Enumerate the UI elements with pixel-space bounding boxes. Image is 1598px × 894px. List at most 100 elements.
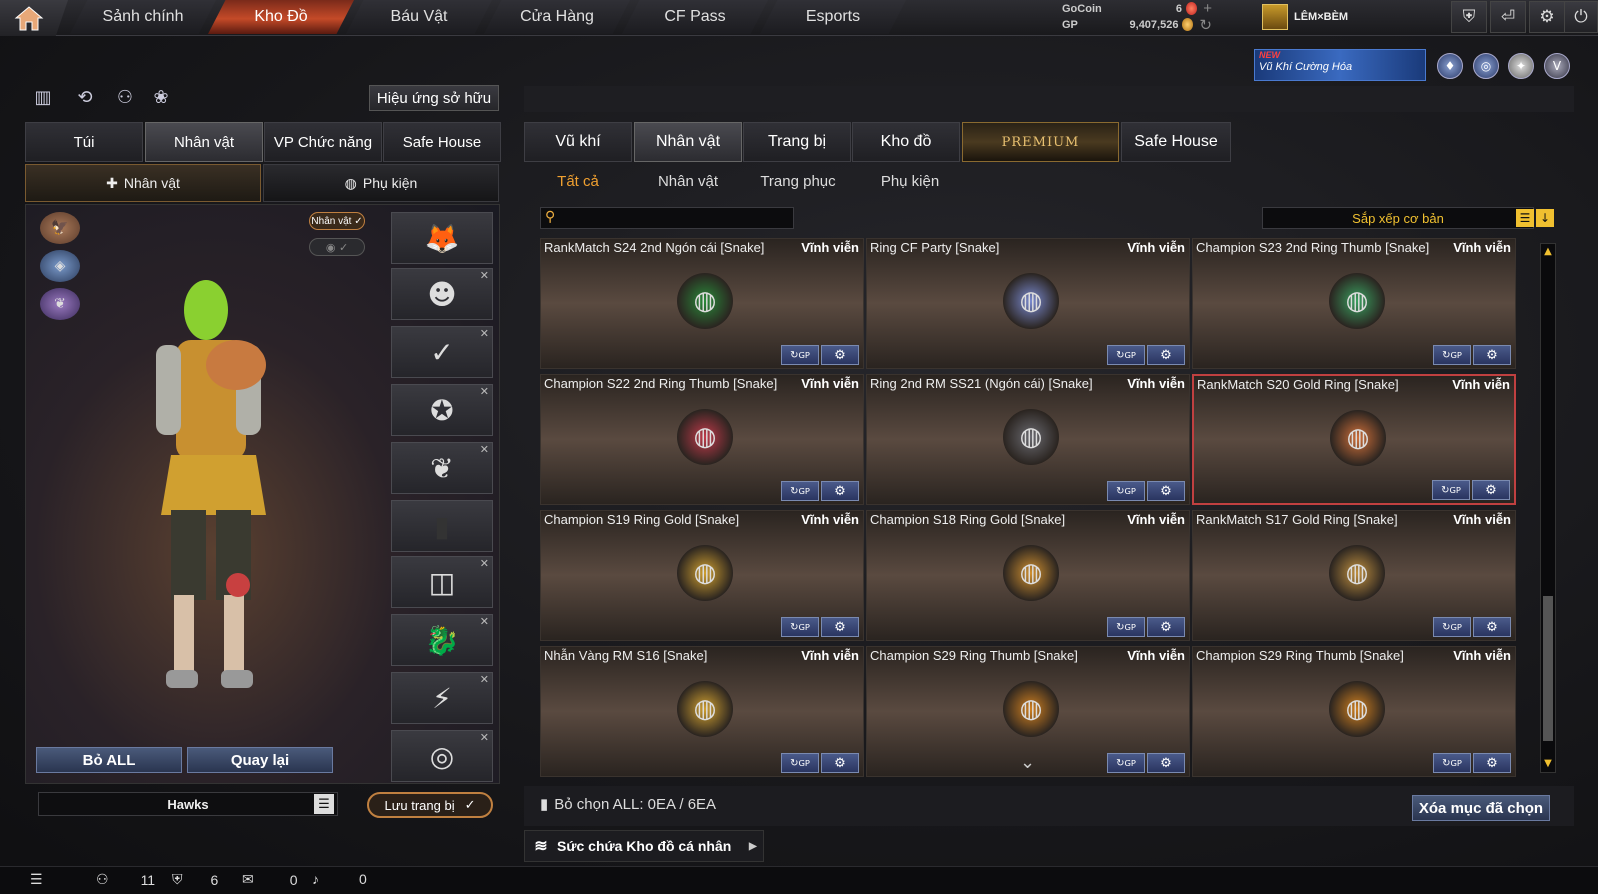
- ranking-icon[interactable]: ▥: [30, 84, 56, 110]
- equip-slot-bracelet[interactable]: ◫ ✕: [391, 556, 493, 608]
- shield-icon[interactable]: ⛨: [1451, 1, 1487, 33]
- rank-badge-icon[interactable]: ♦: [1437, 53, 1463, 79]
- item-card[interactable]: Champion S22 2nd Ring Thumb [Snake] Vĩnh …: [540, 374, 864, 505]
- sort-direction-icon[interactable]: ↓: [1536, 209, 1554, 227]
- search-input[interactable]: ⚲: [540, 207, 794, 229]
- equip-slot-spray[interactable]: ◎ ✕: [391, 730, 493, 782]
- right-tab-equipment[interactable]: Trang bị: [743, 122, 851, 162]
- more-chevron-down-icon[interactable]: ⌄: [1020, 752, 1035, 773]
- nav-tab-lobby[interactable]: Sảnh chính: [70, 0, 216, 34]
- nav-tab-shop[interactable]: Cửa Hàng: [484, 0, 630, 34]
- item-settings-icon[interactable]: ⚙: [821, 753, 859, 773]
- clan-info[interactable]: LÊM×BÈM: [1262, 2, 1348, 32]
- convert-gp-button[interactable]: ↻ GP: [1432, 480, 1470, 500]
- globe-badge-icon[interactable]: ◎: [1473, 53, 1499, 79]
- preset-menu-icon[interactable]: ☰: [314, 794, 334, 814]
- filter-character[interactable]: Nhân vật: [640, 168, 736, 194]
- scroll-thumb[interactable]: [1543, 596, 1553, 741]
- slot-toggle-bird-icon[interactable]: ❦: [40, 288, 80, 320]
- remove-icon[interactable]: ✕: [480, 615, 489, 628]
- item-settings-icon[interactable]: ⚙: [1473, 753, 1511, 773]
- item-settings-icon[interactable]: ⚙: [1147, 345, 1185, 365]
- preset-name[interactable]: Hawks: [38, 792, 338, 816]
- v-badge-icon[interactable]: V: [1544, 53, 1570, 79]
- equip-slot-wings[interactable]: ❦ ✕: [391, 442, 493, 494]
- item-card[interactable]: Champion S29 Ring Thumb [Snake] Vĩnh viễn…: [1192, 646, 1516, 777]
- slot-toggle-mask-icon[interactable]: ◈: [40, 250, 80, 282]
- scroll-up-icon[interactable]: ▲: [1542, 246, 1554, 258]
- convert-gp-button[interactable]: ↻ GP: [1433, 753, 1471, 773]
- equip-slot-necklace[interactable]: ✪ ✕: [391, 384, 493, 436]
- item-card[interactable]: RankMatch S24 2nd Ngón cái [Snake] Vĩnh v…: [540, 238, 864, 369]
- equip-slot-ring[interactable]: 🐉 ✕: [391, 614, 493, 666]
- item-scrollbar[interactable]: ▲ ▼: [1540, 243, 1556, 773]
- convert-gp-button[interactable]: ↻ GP: [781, 481, 819, 501]
- convert-gp-button[interactable]: ↻ GP: [781, 753, 819, 773]
- item-settings-icon[interactable]: ⚙: [821, 345, 859, 365]
- item-settings-icon[interactable]: ⚙: [1473, 617, 1511, 637]
- item-settings-icon[interactable]: ⚙: [821, 481, 859, 501]
- right-tab-safe-house[interactable]: Safe House: [1121, 122, 1231, 162]
- save-equipment-button[interactable]: Lưu trang bị ✓: [367, 792, 493, 818]
- sound-count[interactable]: ♪ 0: [312, 871, 367, 887]
- convert-gp-button[interactable]: ↻ GP: [1107, 617, 1145, 637]
- scroll-down-icon[interactable]: ▼: [1542, 758, 1554, 770]
- sort-list-icon[interactable]: ☰: [1516, 209, 1534, 227]
- convert-gp-button[interactable]: ↻ GP: [1107, 481, 1145, 501]
- wings-badge-icon[interactable]: ✦: [1508, 53, 1534, 79]
- remove-icon[interactable]: ✕: [480, 327, 489, 340]
- filter-accessory[interactable]: Phụ kiện: [864, 168, 956, 194]
- delete-selected-button[interactable]: Xóa mục đã chọn: [1412, 795, 1550, 821]
- remove-all-button[interactable]: Bỏ ALL: [36, 747, 182, 773]
- owned-effects-button[interactable]: Hiệu ứng sở hữu: [369, 85, 499, 111]
- item-settings-icon[interactable]: ⚙: [1147, 617, 1185, 637]
- equip-slot-mask[interactable]: ☻ ✕: [391, 268, 493, 320]
- equip-slot-pet[interactable]: 🦊: [391, 212, 493, 264]
- filter-all[interactable]: Tất cả: [536, 168, 620, 194]
- item-settings-icon[interactable]: ⚙: [1472, 480, 1510, 500]
- nav-tab-inventory[interactable]: Kho Đồ: [208, 0, 354, 34]
- add-gocoin-button[interactable]: +: [1203, 0, 1212, 17]
- left-tab-bag[interactable]: Túi: [25, 122, 143, 162]
- menu-list-icon[interactable]: ☰: [30, 871, 43, 888]
- character-swap-icon[interactable]: ⚇: [112, 84, 138, 110]
- item-card[interactable]: Nhẫn Vàng RM S16 [Snake] Vĩnh viễn ◍ ↻ GP ⚙: [540, 646, 864, 777]
- right-tab-storage[interactable]: Kho đồ: [852, 122, 960, 162]
- left-tab-functional[interactable]: VP Chức năng: [264, 122, 382, 162]
- item-card[interactable]: RankMatch S17 Gold Ring [Snake] Vĩnh viễn…: [1192, 510, 1516, 641]
- power-icon[interactable]: ⏻: [1564, 1, 1598, 33]
- settings-gear-icon[interactable]: ⚙: [1529, 1, 1565, 33]
- remove-icon[interactable]: ✕: [480, 731, 489, 744]
- right-tab-premium[interactable]: PREMIUM: [962, 122, 1119, 162]
- subtab-accessory[interactable]: ◍ Phụ kiện: [263, 164, 499, 202]
- equip-slot-emblem[interactable]: ✓ ✕: [391, 326, 493, 378]
- nav-tab-treasure[interactable]: Báu Vật: [346, 0, 492, 34]
- remove-icon[interactable]: ✕: [480, 385, 489, 398]
- storage-capacity-button[interactable]: ≋ Sức chứa Kho đồ cá nhân ▶: [524, 830, 764, 862]
- item-settings-icon[interactable]: ⚙: [1473, 345, 1511, 365]
- subtab-character[interactable]: ✚ Nhân vật: [25, 164, 261, 202]
- convert-gp-button[interactable]: ↻ GP: [1433, 345, 1471, 365]
- item-card[interactable]: Ring 2nd RM SS21 (Ngón cái) [Snake] Vĩnh …: [866, 374, 1190, 505]
- item-card[interactable]: Champion S19 Ring Gold [Snake] Vĩnh viễn ◍…: [540, 510, 864, 641]
- item-card[interactable]: Ring CF Party [Snake] Vĩnh viễn ◍ ↻ GP ⚙: [866, 238, 1190, 369]
- nav-tab-cf-pass[interactable]: CF Pass: [622, 0, 768, 34]
- chat-count[interactable]: ✉ 0: [242, 871, 298, 888]
- item-card[interactable]: Champion S23 2nd Ring Thumb [Snake] Vĩnh …: [1192, 238, 1516, 369]
- convert-gp-button[interactable]: ↻ GP: [781, 617, 819, 637]
- left-tab-safe-house[interactable]: Safe House: [383, 122, 501, 162]
- convert-gp-button[interactable]: ↻ GP: [1107, 753, 1145, 773]
- convert-gp-button[interactable]: ↻ GP: [1107, 345, 1145, 365]
- nav-tab-esports[interactable]: Esports: [760, 0, 906, 34]
- equip-slot-gloves[interactable]: ⚡ ✕: [391, 672, 493, 724]
- item-settings-icon[interactable]: ⚙: [1147, 753, 1185, 773]
- equip-slot-empty[interactable]: ▮: [391, 500, 493, 552]
- item-card[interactable]: Champion S18 Ring Gold [Snake] Vĩnh viễn ◍…: [866, 510, 1190, 641]
- right-tab-weapons[interactable]: Vũ khí: [524, 122, 632, 162]
- sort-dropdown[interactable]: Sắp xếp cơ bản: [1262, 207, 1534, 229]
- remove-icon[interactable]: ✕: [480, 673, 489, 686]
- item-settings-icon[interactable]: ⚙: [821, 617, 859, 637]
- promo-banner[interactable]: NEW Vũ Khí Cường Hóa: [1254, 49, 1426, 81]
- back-button[interactable]: Quay lại: [187, 747, 333, 773]
- players-count[interactable]: ⚇ 11: [96, 871, 155, 888]
